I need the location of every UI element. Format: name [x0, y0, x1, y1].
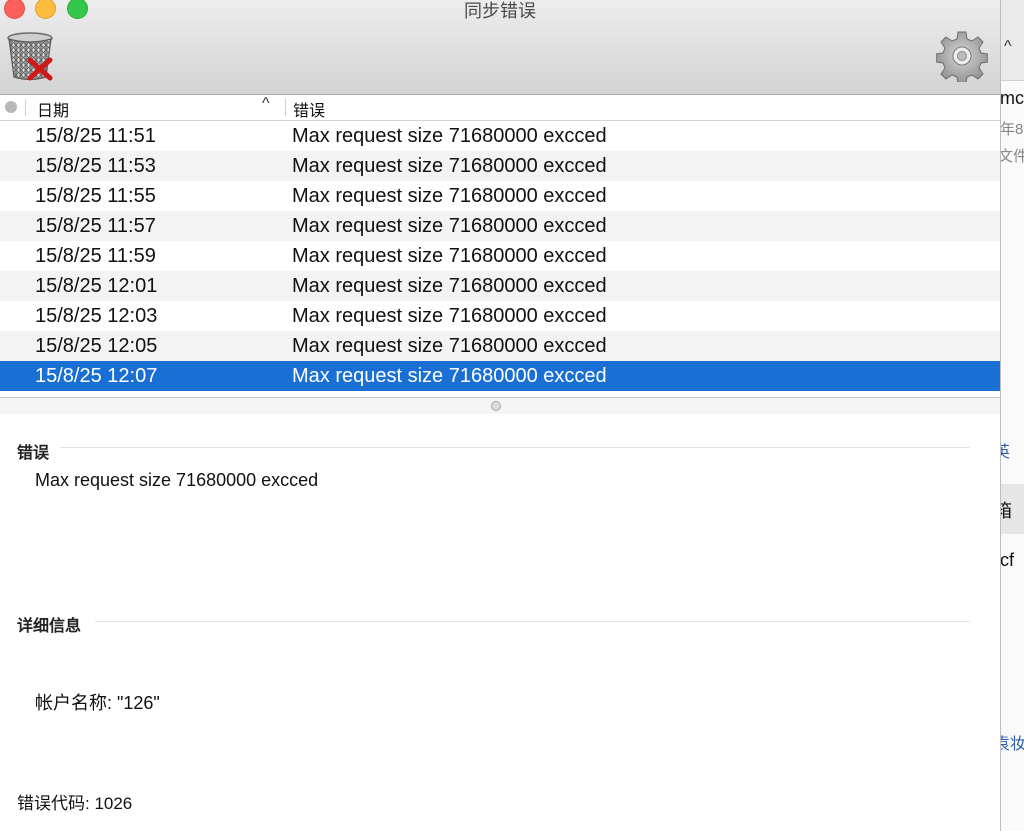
row-date: 15/8/25 12:01	[35, 275, 158, 297]
background-text: cf	[1000, 550, 1015, 570]
row-error: Max request size 71680000 excced	[292, 155, 607, 177]
row-error: Max request size 71680000 excced	[292, 305, 607, 327]
background-text: 文件	[1000, 148, 1024, 165]
section-divider	[95, 621, 970, 622]
column-divider	[25, 99, 26, 116]
split-view-divider[interactable]	[0, 397, 1000, 415]
status-column-header[interactable]	[5, 101, 17, 113]
background-link: 英	[1000, 444, 1011, 461]
row-error: Max request size 71680000 excced	[292, 125, 607, 147]
row-date: 15/8/25 12:05	[35, 335, 158, 357]
title-bar: 同步错误	[0, 0, 1000, 95]
divider-handle-icon[interactable]	[491, 401, 501, 411]
window-title: 同步错误	[464, 1, 536, 21]
background-text: mc	[1000, 88, 1024, 108]
sync-errors-window: 同步错误 日期 ^ 错误 15/8/25 11:51 Max request s…	[0, 0, 1000, 831]
table-row[interactable]: 15/8/25 11:51 Max request size 71680000 …	[0, 121, 1000, 151]
trash-delete-icon[interactable]	[6, 30, 56, 82]
row-date: 15/8/25 11:57	[35, 215, 156, 237]
background-link: 袁妆	[1000, 736, 1024, 753]
sync-error-table: 日期 ^ 错误 15/8/25 11:51 Max request size 7…	[0, 95, 1000, 391]
row-date: 15/8/25 11:59	[35, 245, 156, 267]
background-text: 年8	[1000, 121, 1024, 138]
row-date: 15/8/25 11:51	[35, 125, 156, 147]
row-date: 15/8/25 12:03	[35, 305, 158, 327]
sort-ascending-icon[interactable]: ^	[262, 95, 270, 113]
error-section-heading: 错误	[17, 445, 50, 462]
background-text: ^	[1004, 38, 1012, 55]
background-app-window: ^ mc 年8 文件 英 箱 cf 袁妆	[1000, 0, 1024, 831]
column-divider	[285, 99, 286, 116]
table-row[interactable]: 15/8/25 12:05 Max request size 71680000 …	[0, 331, 1000, 361]
table-row[interactable]: 15/8/25 11:55 Max request size 71680000 …	[0, 181, 1000, 211]
background-text: 箱	[1000, 501, 1012, 521]
row-error: Max request size 71680000 excced	[292, 365, 607, 387]
table-row[interactable]: 15/8/25 11:57 Max request size 71680000 …	[0, 211, 1000, 241]
section-divider	[60, 447, 970, 448]
row-date: 15/8/25 12:07	[35, 365, 158, 387]
details-section-heading: 详细信息	[17, 618, 82, 635]
row-error: Max request size 71680000 excced	[292, 185, 607, 207]
account-name: 帐户名称: "126"	[35, 693, 160, 713]
row-error: Max request size 71680000 excced	[292, 215, 607, 237]
row-date: 15/8/25 11:55	[35, 185, 156, 207]
date-column-header[interactable]: 日期	[37, 97, 69, 121]
table-row[interactable]: 15/8/25 12:03 Max request size 71680000 …	[0, 301, 1000, 331]
table-row-selected[interactable]: 15/8/25 12:07 Max request size 71680000 …	[0, 361, 1000, 391]
error-detail-pane: 错误 Max request size 71680000 excced 详细信息…	[0, 414, 1000, 831]
table-row[interactable]: 15/8/25 11:53 Max request size 71680000 …	[0, 151, 1000, 181]
row-error: Max request size 71680000 excced	[292, 275, 607, 297]
gear-icon[interactable]	[935, 30, 989, 85]
table-row[interactable]: 15/8/25 11:59 Max request size 71680000 …	[0, 241, 1000, 271]
row-error: Max request size 71680000 excced	[292, 245, 607, 267]
row-date: 15/8/25 11:53	[35, 155, 156, 177]
table-row[interactable]: 15/8/25 12:01 Max request size 71680000 …	[0, 271, 1000, 301]
error-code: 错误代码: 1026	[17, 794, 133, 813]
table-body: 15/8/25 11:51 Max request size 71680000 …	[0, 121, 1000, 391]
row-error: Max request size 71680000 excced	[292, 335, 607, 357]
error-message: Max request size 71680000 excced	[35, 470, 319, 490]
table-header: 日期 ^ 错误	[0, 95, 1000, 121]
error-column-header[interactable]: 错误	[293, 97, 325, 121]
